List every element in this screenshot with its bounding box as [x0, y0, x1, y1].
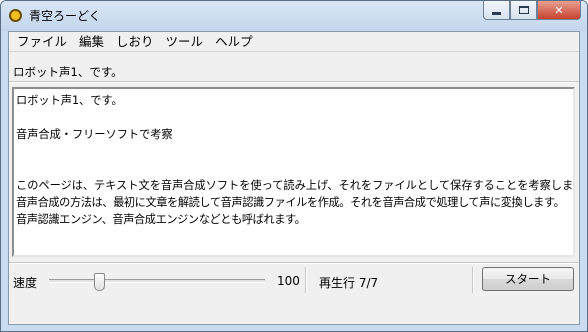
- control-bar: 速度 100 再生行 7/7 スタート: [9, 265, 579, 295]
- client-area: ファイル 編集 しおり ツール ヘルプ ロボット声1、です。 ロボット声1、です…: [8, 31, 580, 325]
- menu-tools[interactable]: ツール: [162, 32, 208, 52]
- document-line: ロボット声1、です。: [16, 94, 123, 107]
- playback-status: 再生行 7/7: [319, 276, 379, 290]
- current-sentence-label: ロボット声1、です。: [13, 65, 123, 79]
- minimize-button[interactable]: [483, 1, 510, 20]
- slider-track: [49, 279, 265, 283]
- divider: [9, 262, 579, 264]
- minimize-icon: [492, 11, 501, 15]
- divider: [472, 267, 474, 293]
- divider: [9, 81, 579, 83]
- menu-edit[interactable]: 編集: [75, 32, 108, 52]
- document-line: このページは、テキスト文を音声合成ソフトを使って読み上げ、それをファイルとして保…: [16, 179, 575, 192]
- app-window: 青空ろーどく ✕ ファイル 編集 しおり ツール ヘルプ ロボット声1、です。 …: [0, 0, 588, 332]
- speed-label: 速度: [13, 276, 38, 290]
- maximize-button[interactable]: [510, 1, 537, 20]
- title-bar[interactable]: 青空ろーどく ✕: [1, 1, 587, 31]
- window-title: 青空ろーどく: [29, 9, 101, 23]
- document-paragraph: 音声合成の方法は、最初に文章を解読して音声認識ファイルを作成。それを音声合成で処…: [16, 196, 565, 226]
- document-text-area[interactable]: ロボット声1、です。 音声合成・フリーソフトで考察 このページは、テキスト文を音…: [12, 87, 575, 257]
- close-button[interactable]: ✕: [537, 1, 581, 20]
- maximize-icon: [518, 6, 529, 14]
- menu-bar: ファイル 編集 しおり ツール ヘルプ: [9, 32, 579, 52]
- close-icon: ✕: [554, 3, 564, 17]
- speed-value: 100: [277, 274, 300, 288]
- start-button[interactable]: スタート: [482, 267, 574, 291]
- slider-thumb[interactable]: [94, 273, 105, 291]
- menu-bookmark[interactable]: しおり: [112, 32, 158, 52]
- document-line: 音声合成・フリーソフトで考察: [16, 128, 173, 141]
- menu-help[interactable]: ヘルプ: [211, 32, 257, 52]
- caption-buttons: ✕: [483, 1, 581, 21]
- menu-file[interactable]: ファイル: [13, 32, 71, 52]
- divider: [305, 267, 307, 293]
- app-icon[interactable]: [9, 9, 22, 22]
- speed-slider[interactable]: [49, 273, 265, 291]
